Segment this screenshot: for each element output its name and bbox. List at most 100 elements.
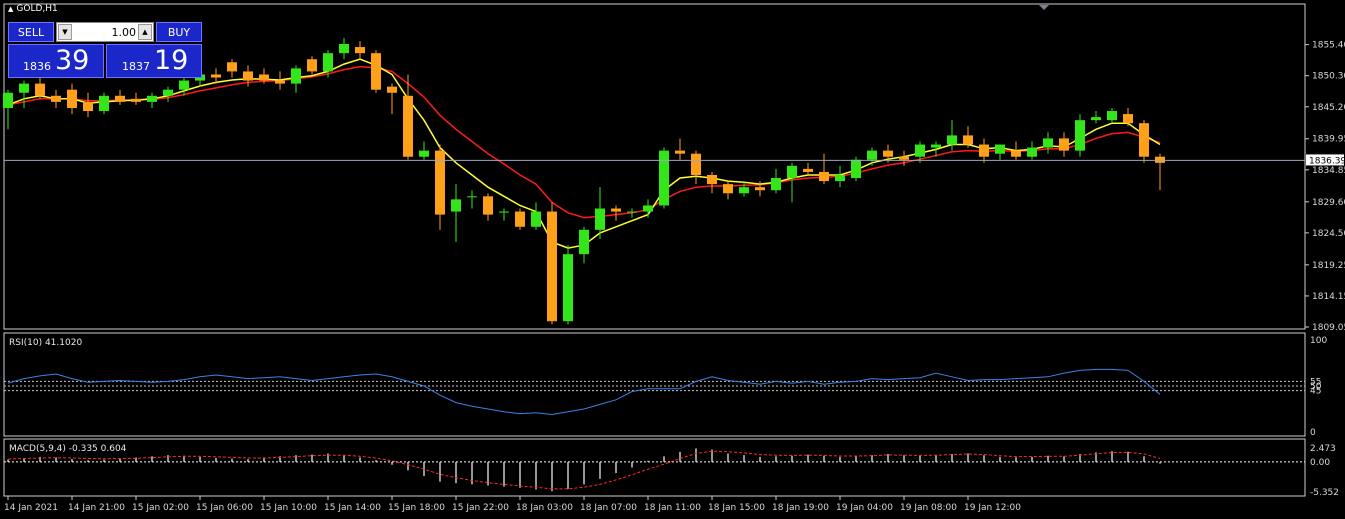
candle-body bbox=[1155, 156, 1165, 163]
candle-body bbox=[675, 150, 685, 154]
candle-body bbox=[35, 83, 45, 96]
macd-tick-label: 2.473 bbox=[1310, 444, 1336, 454]
candle bbox=[563, 245, 573, 325]
time-tick-label: 18 Jan 19:00 bbox=[772, 503, 829, 513]
candle-body bbox=[483, 196, 493, 215]
candle-body bbox=[947, 135, 957, 145]
candle-body bbox=[115, 95, 125, 102]
candle-body bbox=[467, 196, 477, 198]
candle-body bbox=[323, 53, 333, 72]
price-tick-label: 1814.15 bbox=[1312, 292, 1345, 302]
candle-body bbox=[691, 153, 701, 175]
buy-price-prefix: 1837 bbox=[122, 60, 150, 73]
candle-body bbox=[547, 211, 557, 322]
time-tick-label: 19 Jan 08:00 bbox=[900, 503, 957, 513]
candle-body bbox=[899, 156, 909, 160]
candle-body bbox=[771, 178, 781, 191]
candle-body bbox=[339, 44, 349, 54]
candle-body bbox=[979, 144, 989, 157]
buy-price-pips: 19 bbox=[154, 45, 189, 76]
price-tick-label: 1829.60 bbox=[1312, 198, 1345, 208]
candle-body bbox=[739, 187, 749, 194]
candle-body bbox=[659, 150, 669, 206]
sell-price-prefix: 1836 bbox=[23, 60, 51, 73]
one-click-trading-panel: SELL ▼ ▲ BUY 1836 39 1837 19 bbox=[8, 22, 202, 78]
candle-body bbox=[851, 159, 861, 179]
lot-size-input[interactable] bbox=[74, 23, 136, 41]
candle bbox=[515, 208, 525, 230]
time-tick-label: 18 Jan 07:00 bbox=[580, 503, 637, 513]
macd-tick-label: 0.00 bbox=[1310, 458, 1330, 468]
candle-body bbox=[163, 89, 173, 96]
candle-body bbox=[387, 86, 397, 93]
rsi-label: RSI(10) 41.1020 bbox=[9, 338, 82, 348]
price-tick-label: 1855.40 bbox=[1312, 41, 1345, 51]
time-tick-label: 19 Jan 12:00 bbox=[964, 503, 1021, 513]
symbol-title: ▲ GOLD,H1 bbox=[8, 4, 58, 14]
collapse-triangle-icon[interactable]: ▲ bbox=[8, 5, 13, 13]
candle-body bbox=[419, 150, 429, 157]
price-axis: 1855.40 1850.30 1845.20 1839.95 1834.85 1829.… bbox=[1305, 41, 1345, 333]
candle-body bbox=[611, 208, 621, 212]
time-tick-label: 18 Jan 15:00 bbox=[708, 503, 765, 513]
time-tick-label: 14 Jan 21:00 bbox=[68, 503, 125, 513]
candle-body bbox=[147, 95, 157, 102]
candle-body bbox=[835, 174, 845, 182]
rsi-panel bbox=[3, 332, 1306, 437]
candle-body bbox=[883, 150, 893, 157]
time-tick-label: 18 Jan 03:00 bbox=[516, 503, 573, 513]
candle-body bbox=[211, 74, 221, 78]
candle-body bbox=[531, 211, 541, 227]
candle-body bbox=[275, 80, 285, 84]
candle-body bbox=[227, 62, 237, 72]
lot-decrease-icon[interactable]: ▼ bbox=[58, 24, 72, 40]
candle bbox=[659, 147, 669, 209]
candle-body bbox=[1027, 147, 1037, 157]
price-tick-label: 1845.20 bbox=[1312, 103, 1345, 113]
candle-body bbox=[707, 174, 717, 185]
candle-body bbox=[83, 101, 93, 112]
time-tick-label: 15 Jan 18:00 bbox=[388, 503, 445, 513]
lot-increase-icon[interactable]: ▲ bbox=[138, 24, 152, 40]
sell-price-box[interactable]: 1836 39 bbox=[8, 44, 104, 78]
candle-body bbox=[179, 80, 189, 90]
candle-body bbox=[499, 211, 509, 213]
rsi-tick-label: 0 bbox=[1310, 428, 1316, 438]
svg-text:1836.39: 1836.39 bbox=[1309, 156, 1345, 166]
macd-tick-label: -5.352 bbox=[1310, 488, 1339, 498]
lot-size-field: ▼ ▲ bbox=[56, 22, 154, 42]
macd-label: MACD(5,9,4) -0.335 0.604 bbox=[9, 444, 127, 454]
candle-body bbox=[67, 89, 77, 108]
price-tick-label: 1824.50 bbox=[1312, 229, 1345, 239]
current-price-label: 1836.39 bbox=[1306, 154, 1345, 166]
price-tick-label: 1819.25 bbox=[1312, 261, 1345, 271]
candle-body bbox=[1011, 150, 1021, 157]
candle-body bbox=[579, 229, 589, 255]
candle-body bbox=[963, 135, 973, 145]
sell-button[interactable]: SELL bbox=[8, 22, 54, 42]
rsi-axis: 1005550450 bbox=[1310, 336, 1327, 438]
candle-body bbox=[723, 184, 733, 194]
candle-body bbox=[1139, 123, 1149, 157]
time-tick-label: 15 Jan 06:00 bbox=[196, 503, 253, 513]
candle-body bbox=[563, 254, 573, 322]
time-tick-label: 15 Jan 22:00 bbox=[452, 503, 509, 513]
macd-axis: 2.473 0.00 -5.352 bbox=[1310, 444, 1339, 498]
buy-price-box[interactable]: 1837 19 bbox=[106, 44, 202, 78]
price-tick-label: 1834.85 bbox=[1312, 166, 1345, 176]
price-tick-label: 1809.05 bbox=[1312, 323, 1345, 333]
time-tick-label: 14 Jan 2021 bbox=[4, 503, 58, 513]
candle-body bbox=[51, 95, 61, 102]
candle bbox=[99, 92, 109, 115]
candle-body bbox=[1091, 117, 1101, 121]
price-tick-label: 1850.30 bbox=[1312, 72, 1345, 82]
buy-button[interactable]: BUY bbox=[156, 22, 202, 42]
candle-body bbox=[19, 83, 29, 93]
time-tick-label: 15 Jan 14:00 bbox=[324, 503, 381, 513]
candle-body bbox=[1123, 114, 1133, 124]
candle-body bbox=[131, 98, 141, 102]
candle-body bbox=[819, 171, 829, 182]
candle bbox=[547, 202, 557, 325]
candle-body bbox=[3, 92, 13, 108]
candle bbox=[1075, 114, 1085, 157]
